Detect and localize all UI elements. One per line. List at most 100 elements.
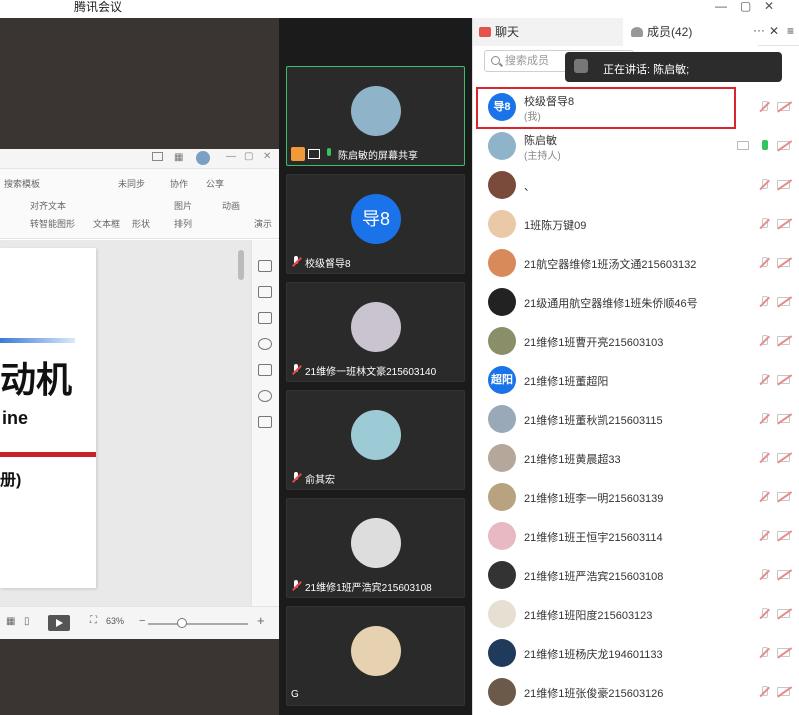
help-icon[interactable]: [258, 338, 272, 350]
copy-icon[interactable]: [258, 312, 272, 324]
ribbon-picture[interactable]: 图片: [174, 199, 192, 212]
more-icon[interactable]: ···: [753, 23, 765, 37]
screen-share-icon: [308, 149, 320, 159]
maximize-icon[interactable]: ▢: [740, 0, 751, 12]
ribbon-shape[interactable]: 形状: [132, 217, 150, 230]
ribbon-unsync[interactable]: 未同步: [118, 177, 145, 190]
camera-off-icon[interactable]: [777, 258, 790, 267]
member-row[interactable]: 21维修1班王恒宇215603114: [473, 517, 799, 556]
mic-muted-icon[interactable]: [759, 608, 769, 620]
ribbon-share[interactable]: 公享: [206, 177, 224, 190]
camera-off-icon[interactable]: [777, 297, 790, 306]
mic-muted-icon[interactable]: [759, 296, 769, 308]
ribbon-animation[interactable]: 动画: [222, 199, 240, 212]
list-icon[interactable]: [258, 364, 272, 376]
avatar: [488, 288, 516, 316]
member-row[interactable]: 21维修1班黄晨超33: [473, 439, 799, 478]
mic-muted-icon[interactable]: [759, 257, 769, 269]
video-tile[interactable]: 导8 校级督导8: [286, 174, 465, 274]
mic-muted-icon[interactable]: [759, 218, 769, 230]
member-row[interactable]: 21维修1班严浩宾215603108: [473, 556, 799, 595]
ribbon-present[interactable]: 演示: [254, 217, 272, 230]
zoom-in-icon[interactable]: +: [257, 613, 265, 628]
slide-preview[interactable]: 动机 ine 册): [0, 248, 96, 588]
mic-icon[interactable]: [759, 140, 769, 152]
close-icon[interactable]: ✕: [764, 0, 774, 12]
doc-close-icon[interactable]: ✕: [263, 151, 271, 162]
mic-muted-icon[interactable]: [759, 452, 769, 464]
mic-muted-icon[interactable]: [759, 686, 769, 698]
minimize-icon[interactable]: —: [715, 0, 727, 12]
video-tile[interactable]: 俞其宏: [286, 390, 465, 490]
member-row[interactable]: 21维修1班阳度215603123: [473, 595, 799, 634]
doc-statusbar: ▦ ▯ ⛶ 63% − +: [0, 606, 279, 639]
mic-muted-icon[interactable]: [759, 413, 769, 425]
zoom-knob[interactable]: [177, 618, 187, 628]
camera-off-icon[interactable]: [777, 687, 790, 696]
layout-icon[interactable]: [152, 152, 163, 161]
ribbon-collab[interactable]: 协作: [170, 177, 188, 190]
member-row[interactable]: 21维修1班李一明215603139: [473, 478, 799, 517]
camera-off-icon[interactable]: [777, 492, 790, 501]
mic-muted-icon[interactable]: [759, 647, 769, 659]
video-tile[interactable]: 21维修一班林文豪215603140: [286, 282, 465, 382]
member-row[interactable]: 超阳 21维修1班董超阳: [473, 361, 799, 400]
doc-scrollbar[interactable]: [238, 250, 244, 280]
fit-icon[interactable]: ⛶: [90, 615, 97, 626]
camera-off-icon[interactable]: [777, 375, 790, 384]
camera-off-icon[interactable]: [777, 531, 790, 540]
doc-avatar[interactable]: [196, 151, 210, 165]
doc-maximize-icon[interactable]: ▢: [244, 151, 253, 162]
member-row[interactable]: 陈启敏 (主持人): [473, 127, 799, 166]
video-tile[interactable]: 陈启敏的屏幕共享: [286, 66, 465, 166]
member-row[interactable]: 21维修1班董秋凯215603115: [473, 400, 799, 439]
menu-icon[interactable]: ≡: [787, 24, 794, 38]
camera-off-icon[interactable]: [777, 180, 790, 189]
mic-muted-icon[interactable]: [759, 569, 769, 581]
view-grid-icon[interactable]: ▦: [6, 616, 15, 627]
mic-muted-icon[interactable]: [759, 101, 769, 113]
member-row[interactable]: 1班陈万键09: [473, 205, 799, 244]
tab-chat[interactable]: 聊天: [473, 18, 623, 46]
member-row[interactable]: 21航空器维修1班汤文通215603132: [473, 244, 799, 283]
video-tile[interactable]: 21维修1班严浩宾215603108: [286, 498, 465, 598]
camera-off-icon[interactable]: [777, 219, 790, 228]
member-row[interactable]: 21维修1班张俊豪215603126: [473, 673, 799, 712]
mic-muted-icon[interactable]: [759, 179, 769, 191]
ribbon-align-text[interactable]: 对齐文本: [30, 199, 66, 212]
tab-members[interactable]: 成员(42): [623, 18, 758, 46]
member-row[interactable]: 21维修1班曹开亮215603103: [473, 322, 799, 361]
camera-off-icon[interactable]: [777, 453, 790, 462]
ribbon-arrange[interactable]: 排列: [174, 217, 192, 230]
member-row[interactable]: 21级通用航空器维修1班朱侨顺46号: [473, 283, 799, 322]
doc-minimize-icon[interactable]: —: [226, 151, 236, 162]
camera-off-icon[interactable]: [777, 414, 790, 423]
camera-off-icon[interactable]: [777, 570, 790, 579]
grid-icon[interactable]: ▦: [174, 152, 183, 163]
camera-off-icon[interactable]: [777, 141, 790, 150]
video-tile[interactable]: G: [286, 606, 465, 706]
mic-muted-icon[interactable]: [759, 335, 769, 347]
doc-search-label[interactable]: 搜索模板: [4, 177, 40, 190]
member-row[interactable]: 21维修1班杨庆龙194601133: [473, 634, 799, 673]
settings-icon[interactable]: [258, 260, 272, 272]
camera-off-icon[interactable]: [777, 648, 790, 657]
mic-muted-icon[interactable]: [759, 491, 769, 503]
zoom-out-icon[interactable]: −: [139, 615, 145, 627]
play-button[interactable]: [48, 615, 70, 631]
camera-off-icon[interactable]: [777, 609, 790, 618]
location-icon[interactable]: [258, 390, 272, 402]
ribbon-textbox[interactable]: 文本框: [93, 217, 120, 230]
view-book-icon[interactable]: ▯: [24, 616, 30, 627]
book-icon[interactable]: [258, 416, 272, 428]
pin-icon[interactable]: [258, 286, 272, 298]
panel-close-icon[interactable]: ✕: [769, 24, 779, 38]
member-row[interactable]: 、: [473, 166, 799, 205]
camera-off-icon[interactable]: [777, 102, 790, 111]
ribbon-smart-graphic[interactable]: 转智能图形: [30, 217, 75, 230]
mic-muted-icon[interactable]: [759, 374, 769, 386]
camera-off-icon[interactable]: [777, 336, 790, 345]
mic-muted-icon[interactable]: [759, 530, 769, 542]
zoom-slider[interactable]: [148, 623, 248, 625]
video-caption: 21维修一班林文豪215603140: [291, 362, 436, 378]
